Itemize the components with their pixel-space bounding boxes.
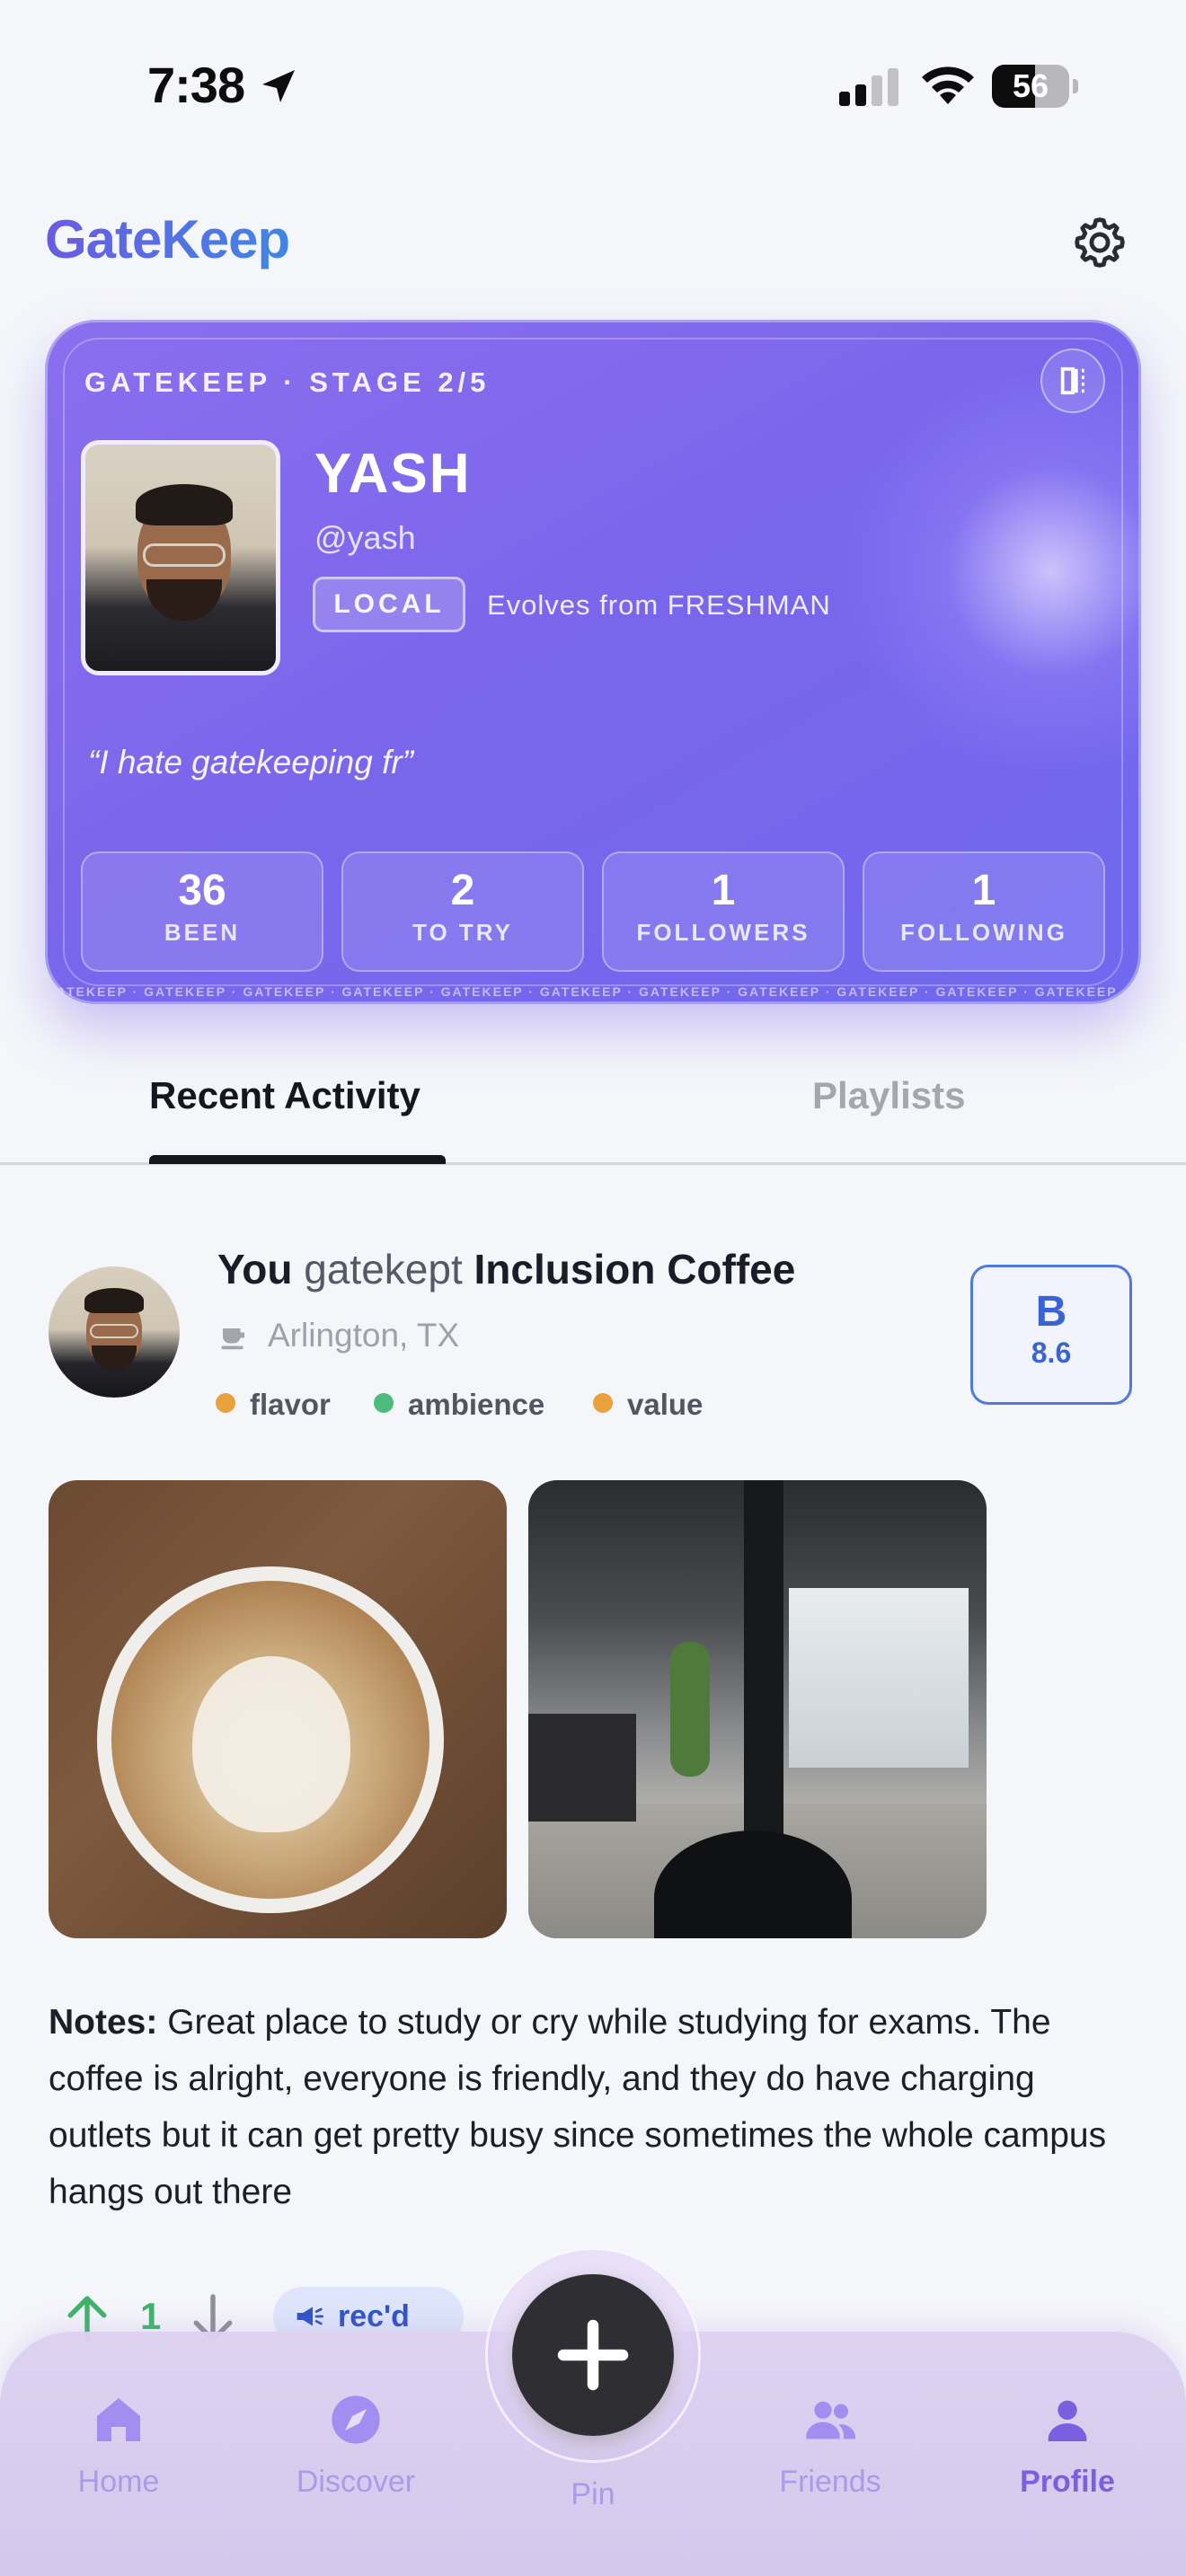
- stat-been[interactable]: 36 BEEN: [81, 851, 323, 972]
- profile-photo: [81, 440, 280, 675]
- evolves-from-text: Evolves from FRESHMAN: [487, 589, 831, 621]
- activity-photo-latte[interactable]: [49, 1480, 507, 1938]
- tag-dot: [374, 1393, 394, 1413]
- coffee-cup-icon: [221, 1328, 244, 1350]
- battery-body: 56: [992, 65, 1069, 108]
- beard: [146, 579, 222, 621]
- nav-friends[interactable]: Friends: [740, 2391, 920, 2500]
- place-name[interactable]: Inclusion Coffee: [474, 1246, 796, 1292]
- stat-label: TO TRY: [412, 919, 513, 946]
- place-location: Arlington, TX: [268, 1317, 460, 1354]
- nav-pin-label[interactable]: Pin: [503, 2477, 683, 2512]
- notes-label: Notes:: [49, 2003, 158, 2042]
- tab-recent-activity[interactable]: Recent Activity: [149, 1074, 420, 1117]
- tag-label: ambience: [408, 1388, 545, 1421]
- tab-playlists[interactable]: Playlists: [812, 1074, 965, 1117]
- glasses: [90, 1324, 138, 1338]
- tag-ambience: ambience: [374, 1388, 544, 1422]
- add-pin-button[interactable]: [512, 2274, 674, 2436]
- stat-label: FOLLOWERS: [636, 919, 810, 946]
- tag-value: value: [593, 1388, 703, 1422]
- grade-badge: B 8.6: [970, 1265, 1132, 1405]
- stat-followers[interactable]: 1 FOLLOWERS: [602, 851, 845, 972]
- profile-screen: 7:38 56 GateKeep GATEKEEP · STAGE 2/5 YA…: [0, 0, 1186, 2576]
- nav-label: Home: [77, 2465, 160, 2499]
- flip-card-button[interactable]: [1040, 348, 1105, 413]
- card-watermark: GATEKEEP · GATEKEEP · GATEKEEP · GATEKEE…: [45, 984, 1141, 999]
- wifi-icon: [922, 66, 974, 104]
- person-icon: [1048, 2400, 1087, 2441]
- location-arrow-icon: [262, 70, 295, 102]
- stat-value: 2: [450, 867, 475, 914]
- app-logo: GateKeep: [45, 209, 290, 269]
- activity-notes: Notes: Great place to study or cry while…: [49, 1994, 1145, 2220]
- battery-percent: 56: [1012, 67, 1049, 104]
- recd-label: rec'd: [338, 2299, 410, 2333]
- battery-nub: [1073, 79, 1078, 93]
- nav-label: Discover: [296, 2465, 416, 2499]
- tag-label: flavor: [250, 1388, 331, 1421]
- cellular-signal-icon: [839, 68, 898, 106]
- activity-title[interactable]: You gatekept Inclusion Coffee: [217, 1245, 795, 1293]
- stat-label: FOLLOWING: [900, 919, 1067, 946]
- tag-flavor: flavor: [216, 1388, 331, 1422]
- active-tab-indicator: [149, 1155, 446, 1164]
- nav-home[interactable]: Home: [29, 2391, 208, 2500]
- nav-label: Profile: [1020, 2465, 1115, 2499]
- friends-icon: [806, 2401, 855, 2439]
- plant: [670, 1642, 710, 1777]
- home-icon: [97, 2398, 140, 2441]
- stat-value: 1: [711, 867, 736, 914]
- counter: [528, 1714, 636, 1822]
- stat-value: 36: [178, 867, 226, 914]
- flip-icon: [1060, 366, 1084, 395]
- avatar[interactable]: [49, 1266, 180, 1398]
- latte-art: [192, 1656, 350, 1832]
- stat-label: BEEN: [164, 919, 241, 946]
- rank-badge: LOCAL: [313, 577, 465, 632]
- hair: [136, 484, 233, 525]
- gear-icon[interactable]: [1071, 214, 1128, 271]
- profile-quote: “I hate gatekeeping fr”: [88, 744, 413, 781]
- tag-label: value: [627, 1388, 704, 1421]
- compass-icon: [332, 2395, 380, 2444]
- profile-name: YASH: [314, 443, 472, 505]
- profile-card[interactable]: GATEKEEP · STAGE 2/5 YASH @yash LOCAL Ev…: [45, 320, 1141, 1004]
- battery-indicator: 56: [992, 65, 1078, 108]
- beard: [92, 1345, 137, 1371]
- activity-photo-interior[interactable]: [528, 1480, 987, 1938]
- glasses: [143, 543, 226, 567]
- window: [789, 1588, 969, 1768]
- hair: [84, 1288, 144, 1313]
- nav-discover[interactable]: Discover: [266, 2391, 446, 2500]
- grade-score: 8.6: [1031, 1337, 1072, 1369]
- notes-text: Great place to study or cry while studyi…: [49, 2003, 1107, 2211]
- stat-value: 1: [971, 867, 996, 914]
- status-time: 7:38: [147, 57, 245, 113]
- stat-following[interactable]: 1 FOLLOWING: [863, 851, 1105, 972]
- stat-to-try[interactable]: 2 TO TRY: [341, 851, 584, 972]
- tag-dot: [593, 1393, 613, 1413]
- stage-label: GATEKEEP · STAGE 2/5: [84, 366, 491, 398]
- tag-dot: [216, 1393, 235, 1413]
- activity-actor: You: [217, 1246, 293, 1292]
- nav-profile[interactable]: Profile: [978, 2391, 1157, 2500]
- megaphone-icon: [296, 2307, 323, 2326]
- nav-label: Friends: [779, 2465, 881, 2499]
- grade-letter: B: [1035, 1288, 1067, 1336]
- plus-icon: [557, 2319, 629, 2391]
- profile-handle: @yash: [314, 519, 416, 556]
- activity-verb: gatekept: [304, 1246, 463, 1292]
